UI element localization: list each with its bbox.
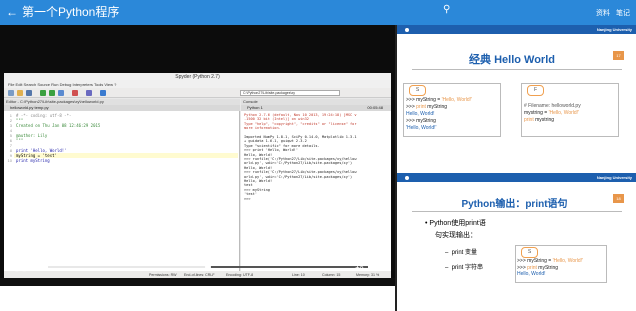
slide-title-2: Python输出：print语句: [461, 199, 568, 210]
bullet-text: • Python使用print语: [425, 220, 486, 227]
shell-label-2: S: [521, 247, 538, 258]
bullet-text-2: 句实现输出：: [435, 232, 477, 239]
slide-header-2: Nanjing University: [397, 173, 636, 182]
console-line: more information.: [244, 126, 281, 131]
file-label: F: [527, 85, 544, 96]
university-logo-icon: [405, 176, 409, 180]
slide-title: 经典 Hello World: [469, 54, 555, 66]
slide-header: Nanjing University: [397, 25, 636, 34]
university-name: Nanjing University: [596, 27, 632, 32]
playback-speed[interactable]: 1x: [355, 261, 363, 270]
university-name-2: Nanjing University: [596, 175, 632, 180]
title-underline: [412, 69, 622, 70]
spyder-toolbar: C:\Python27\Lib\site-packages\xy: [4, 88, 391, 98]
back-arrow-icon[interactable]: ←: [6, 5, 18, 19]
run-file-icon: [49, 90, 55, 96]
fullscreen-icon[interactable]: ⛶: [374, 261, 380, 271]
sub-bullet-2: – print 字符串: [445, 265, 484, 271]
line-number: 10: [7, 158, 12, 163]
volume-icon[interactable]: ◀): [30, 261, 40, 272]
open-folder-icon: [17, 90, 23, 96]
working-dir-path: C:\Python27\Lib\site-packages\xy: [240, 90, 340, 96]
code-line: # Filename: helloworld.py: [524, 103, 581, 109]
code-line: # -*- coding: utf-8 -*-: [16, 113, 72, 118]
save-icon: [26, 90, 32, 96]
notes-link[interactable]: 笔记: [616, 8, 630, 18]
page-title: 第一个Python程序: [22, 5, 120, 19]
debug-icon: [58, 90, 64, 96]
progress-knob[interactable]: [205, 264, 211, 270]
sub-bullet-1: – print 变量: [445, 250, 478, 256]
university-logo-icon: [405, 28, 409, 32]
slide-number: 17: [613, 51, 624, 60]
spyder-window-title: Spyder (Python 2.7): [4, 73, 391, 81]
video-player[interactable]: Spyder (Python 2.7) File Edit Search Sou…: [0, 25, 395, 286]
slides-panel[interactable]: Nanjing University 经典 Hello World 17 S F…: [397, 25, 636, 311]
code-line: Hello, World!: [517, 271, 546, 277]
slide-number-2: 18: [613, 194, 624, 203]
code-line: Created on Thu Jan 08 12:46:29 2015: [16, 123, 101, 128]
spyder-menu-bar: File Edit Search Source Run Debug Interp…: [4, 81, 391, 88]
code-line: >>> myString = 'Hello, World!': [517, 258, 584, 264]
console-output: Python 2.7.6 (default, Nov 10 2013, 19:2…: [241, 111, 391, 271]
code-line: >>> myString: [406, 118, 436, 124]
settings-icon: [86, 90, 92, 96]
code-line: >>> print myString: [517, 264, 559, 271]
new-file-icon: [8, 90, 14, 96]
code-line: """: [16, 138, 24, 143]
shell-label: S: [409, 85, 426, 96]
code-editor: 1 # -*- coding: utf-8 -*- 2 """ 3 Created on …: [4, 111, 240, 271]
title-underline-2: [412, 211, 622, 212]
code-line: >>> print myString: [406, 104, 448, 110]
python-icon: [100, 90, 106, 96]
video-frame-spyder: Spyder (Python 2.7) File Edit Search Sou…: [4, 73, 391, 280]
stop-icon: [72, 90, 78, 96]
code-line: print mystring: [524, 117, 555, 123]
search-icon[interactable]: ⚲: [443, 4, 450, 15]
progress-fill: [48, 266, 208, 268]
player-controls: [0, 278, 395, 286]
pause-icon[interactable]: ❚❚: [13, 261, 28, 272]
code-line: Hello, World!: [406, 111, 435, 117]
progress-bar[interactable]: [48, 264, 368, 270]
code-line: mystring = 'Hello, World!': [524, 110, 580, 116]
code-line: 'Hello, World!': [406, 125, 437, 131]
code-line: print myString: [16, 158, 50, 163]
console-tab-label: Python 1: [247, 105, 263, 110]
console-line: >>>: [244, 196, 251, 201]
code-line: >>> myString = 'Hello, World!': [406, 97, 473, 103]
run-icon: [40, 90, 46, 96]
materials-link[interactable]: 资料: [596, 8, 610, 18]
